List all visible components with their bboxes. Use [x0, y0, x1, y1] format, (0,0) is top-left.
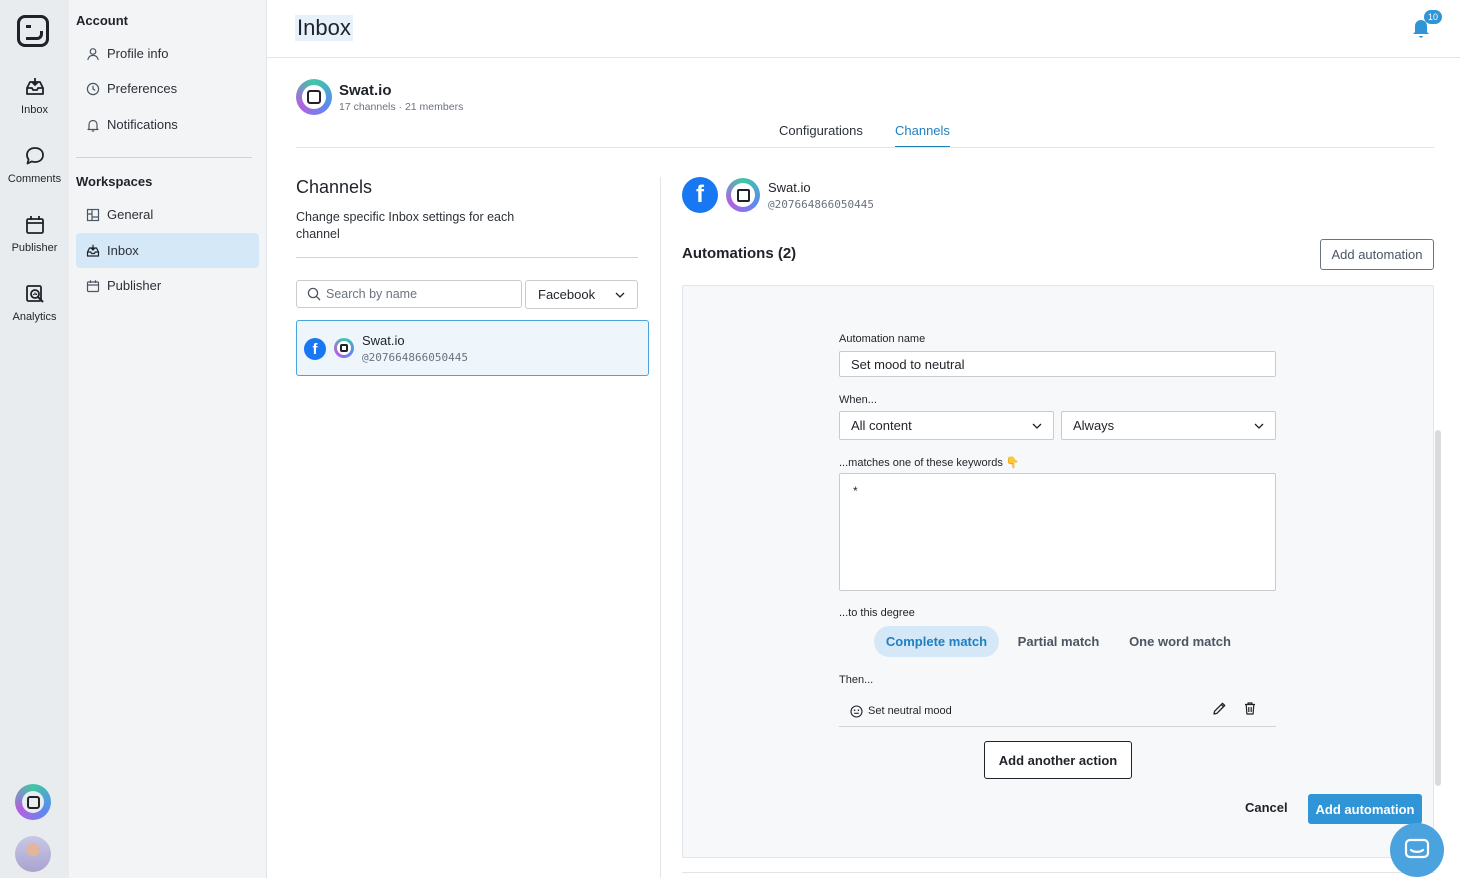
chevron-down-icon — [1032, 423, 1042, 429]
channels-divider — [296, 257, 638, 258]
column-divider — [660, 177, 661, 878]
keywords-label: ...matches one of these keywords 👇 — [839, 457, 1020, 469]
inbox-icon — [25, 78, 44, 95]
page-title: Inbox — [295, 15, 353, 41]
nav-item-label: Notifications — [107, 117, 178, 132]
nav-item-label: Publisher — [107, 278, 162, 293]
timing-select-value: Always — [1073, 418, 1115, 433]
chat-icon — [1404, 838, 1430, 859]
channels-description: Change specific Inbox settings for each … — [296, 210, 515, 241]
rail-item-label: Comments — [7, 173, 62, 185]
rail-item-comments[interactable]: Comments — [0, 145, 69, 185]
automation-name-input[interactable]: Set mood to neutral — [839, 351, 1276, 377]
workspace-name: Swat.io — [339, 82, 392, 99]
analytics-icon — [25, 285, 44, 303]
rail-item-label: Publisher — [11, 242, 58, 254]
degree-one-word-match[interactable]: One word match — [1119, 626, 1241, 657]
nav-divider — [76, 157, 252, 158]
inbox-icon — [86, 244, 100, 257]
notification-badge: 10 — [1424, 10, 1442, 24]
chevron-down-icon — [615, 292, 625, 298]
automations-title: Automations (2) — [682, 245, 797, 262]
channel-list-item[interactable]: f Swat.io @207664866050445 — [296, 320, 649, 376]
nav-item-profile-info[interactable]: Profile info — [76, 36, 259, 71]
workspace-mini-logo — [334, 338, 354, 358]
facebook-icon: f — [682, 177, 718, 213]
facebook-icon: f — [304, 338, 326, 360]
workspace-mini-logo — [726, 178, 760, 212]
rail-item-label: Analytics — [12, 311, 57, 323]
calendar-icon — [25, 216, 44, 234]
degree-label: ...to this degree — [839, 607, 915, 619]
submit-automation-button[interactable]: Add automation — [1308, 794, 1422, 824]
user-icon — [87, 47, 99, 60]
main-content: Inbox 10 Swat.io 17 channels · 21 member… — [267, 0, 1460, 878]
app-logo[interactable] — [17, 15, 49, 47]
timing-select[interactable]: Always — [1061, 411, 1276, 440]
bell-icon — [87, 119, 99, 132]
action-row: Set neutral mood — [839, 696, 1276, 727]
account-heading: Account — [76, 13, 128, 28]
content-select-value: All content — [851, 418, 912, 433]
channel-id: @207664866050445 — [362, 351, 468, 364]
rail-item-label: Inbox — [21, 104, 48, 116]
next-automation-edge — [682, 872, 1434, 878]
add-automation-header-button[interactable]: Add automation — [1320, 239, 1434, 270]
search-input[interactable] — [326, 287, 506, 301]
channel-name: Swat.io — [362, 333, 405, 348]
workspace-meta: 17 channels · 21 members — [339, 101, 464, 113]
rail-item-inbox[interactable]: Inbox — [0, 76, 69, 116]
app-rail: Inbox Comments Publisher Analytics — [0, 0, 69, 878]
cancel-button[interactable]: Cancel — [1245, 800, 1288, 815]
channel-search — [296, 280, 522, 308]
network-filter-value: Facebook — [538, 287, 596, 302]
header-divider — [267, 57, 1460, 58]
nav-item-label: Profile info — [107, 46, 169, 61]
rail-item-analytics[interactable]: Analytics — [0, 283, 69, 323]
scrollbar[interactable] — [1435, 430, 1441, 786]
nav-item-inbox[interactable]: Inbox — [76, 233, 259, 268]
rail-item-publisher[interactable]: Publisher — [0, 214, 69, 254]
channels-title: Channels — [296, 177, 373, 197]
chevron-down-icon — [1254, 423, 1264, 429]
nav-item-publisher[interactable]: Publisher — [76, 268, 259, 303]
neutral-face-icon — [850, 704, 863, 718]
pencil-icon[interactable] — [1212, 701, 1227, 716]
when-label: When... — [839, 394, 877, 406]
comments-icon — [25, 147, 44, 165]
nav-item-label: Preferences — [107, 81, 178, 96]
network-filter-select[interactable]: Facebook — [525, 280, 638, 309]
detail-channel-id: @207664866050445 — [768, 198, 874, 211]
clock-icon — [86, 82, 100, 95]
nav-item-label: General — [107, 207, 154, 222]
grid-icon — [86, 208, 100, 221]
user-avatar[interactable] — [15, 836, 51, 872]
degree-complete-match[interactable]: Complete match — [874, 626, 999, 657]
nav-item-label: Inbox — [107, 243, 139, 258]
then-label: Then... — [839, 674, 874, 686]
workspace-avatar[interactable] — [15, 784, 51, 820]
nav-item-preferences[interactable]: Preferences — [76, 71, 259, 106]
calendar-icon — [86, 279, 100, 292]
automation-name-label: Automation name — [839, 333, 926, 345]
keywords-textarea[interactable]: * — [839, 473, 1276, 591]
settings-nav: Account Profile info Preferences Notific… — [69, 0, 267, 878]
detail-channel-name: Swat.io — [768, 180, 811, 195]
trash-icon[interactable] — [1243, 701, 1257, 716]
workspace-logo — [296, 79, 332, 115]
workspaces-heading: Workspaces — [76, 174, 153, 189]
add-another-action-button[interactable]: Add another action — [984, 741, 1132, 779]
tab-channels[interactable]: Channels — [895, 123, 950, 148]
nav-item-notifications[interactable]: Notifications — [76, 107, 259, 142]
chat-launcher[interactable] — [1390, 823, 1444, 877]
nav-item-general[interactable]: General — [76, 197, 259, 232]
action-label: Set neutral mood — [868, 705, 952, 717]
search-icon — [307, 287, 321, 301]
tab-configurations[interactable]: Configurations — [779, 123, 863, 148]
degree-partial-match[interactable]: Partial match — [1007, 626, 1110, 657]
tabs-divider — [296, 147, 1434, 148]
content-select[interactable]: All content — [839, 411, 1054, 440]
